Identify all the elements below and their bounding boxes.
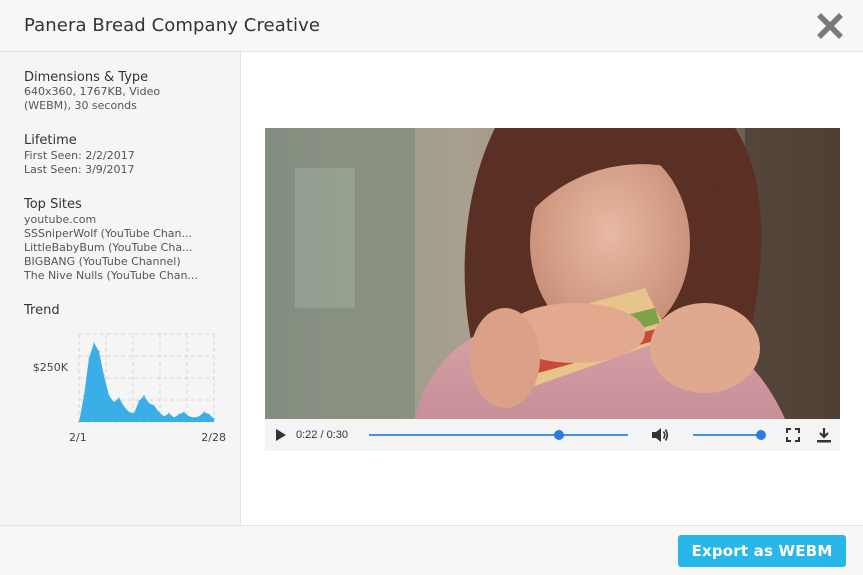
trend-point [118, 397, 120, 399]
top-site-item[interactable]: The Nive Nulls (YouTube Chan... [24, 269, 224, 283]
modal-title: Panera Bread Company Creative [24, 15, 321, 36]
video-frame[interactable] [265, 128, 840, 419]
trend-point [173, 417, 175, 419]
trend-point [103, 375, 105, 377]
trend-point [153, 404, 155, 407]
modal-header: Panera Bread Company Creative [0, 0, 863, 52]
trend-point [123, 406, 125, 408]
trend-point [168, 412, 170, 414]
trend-point [88, 357, 90, 359]
dimensions-title: Dimensions & Type [24, 70, 149, 85]
x-tick-label: 2/1 [69, 431, 87, 444]
x-tick-label: 2/28 [201, 431, 226, 444]
video-controls: 0:22 / 0:30 [265, 419, 840, 451]
trend-point [213, 418, 215, 420]
download-icon[interactable] [816, 427, 832, 448]
export-webm-button[interactable]: Export as WEBM [678, 535, 846, 567]
trend-point [158, 411, 160, 413]
close-x-icon[interactable] [812, 8, 848, 44]
progress-handle[interactable] [553, 430, 564, 440]
trend-point [203, 411, 205, 413]
time-display: 0:22 / 0:30 [296, 429, 348, 441]
trend-point [198, 415, 200, 418]
trend-point [178, 413, 180, 415]
trend-area [79, 342, 214, 422]
progress-bar[interactable] [369, 434, 628, 436]
trend-point [188, 415, 190, 418]
trend-point [128, 411, 130, 413]
trend-point [98, 351, 100, 353]
creative-modal: Panera Bread Company Creative Dimensions… [0, 0, 863, 575]
trend-point [133, 412, 135, 414]
volume-slider[interactable] [693, 434, 761, 436]
lifetime-title: Lifetime [24, 133, 77, 148]
trend-point [78, 421, 80, 423]
trend-point [93, 342, 95, 344]
details-sidebar: Dimensions & Type 640x360, 1767KB, Video… [0, 52, 241, 525]
trend-point [193, 417, 195, 419]
modal-footer: Export as WEBM [0, 525, 863, 575]
top-site-item[interactable]: BIGBANG (YouTube Channel) [24, 255, 224, 269]
volume-icon[interactable] [651, 427, 669, 448]
first-seen: First Seen: 2/2/2017 [24, 149, 135, 162]
fullscreen-icon[interactable] [786, 428, 800, 447]
trend-point [138, 400, 140, 402]
trend-point [143, 395, 145, 397]
last-seen: Last Seen: 3/9/2017 [24, 163, 135, 176]
trend-point [108, 395, 110, 397]
trend-point [208, 413, 210, 415]
volume-handle[interactable] [756, 430, 766, 440]
trend-point [163, 415, 165, 418]
trend-point [183, 411, 185, 413]
trend-chart: $250K 2/1 2/28 [33, 333, 226, 444]
top-site-item[interactable]: SSSniperWolf (YouTube Chan... [24, 227, 224, 241]
top-site-item[interactable]: youtube.com [24, 213, 224, 227]
dimensions-line-1: 640x360, 1767KB, Video [24, 85, 161, 98]
trend-title: Trend [24, 303, 60, 318]
top-site-item[interactable]: LittleBabyBum (YouTube Cha... [24, 241, 224, 255]
y-tick-label: $250K [33, 361, 69, 374]
trend-point [83, 395, 85, 397]
trend-point [148, 402, 150, 404]
video-panel: 0:22 / 0:30 [241, 52, 863, 525]
play-icon[interactable] [275, 428, 287, 447]
top-sites-title: Top Sites [24, 197, 82, 212]
trend-point [113, 401, 115, 403]
video-still-image [265, 128, 840, 419]
dimensions-line-2: (WEBM), 30 seconds [24, 99, 137, 112]
